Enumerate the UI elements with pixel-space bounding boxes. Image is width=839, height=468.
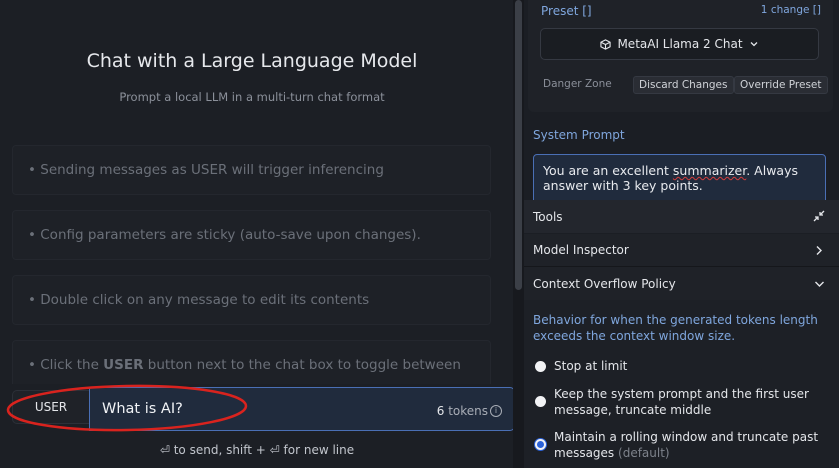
preset-section: Preset [] 1 change [] MetaAI Llama 2 Cha… <box>528 0 833 112</box>
send-hint: ⏎ to send, shift + ⏎ for new line <box>159 443 355 457</box>
red-annotation-ellipse-icon <box>6 384 248 432</box>
hint-text: • Config parameters are sticky (auto-sav… <box>28 227 421 243</box>
chevron-right-icon <box>816 246 822 255</box>
option-label: Keep the system prompt and the first use… <box>554 387 809 417</box>
overflow-option-truncate-middle[interactable]: Keep the system prompt and the first use… <box>533 387 829 418</box>
preset-select-value: MetaAI Llama 2 Chat <box>617 37 743 51</box>
overflow-option-rolling-window[interactable]: Maintain a rolling window and truncate p… <box>533 430 829 461</box>
token-count-label: tokens <box>448 404 488 418</box>
discard-changes-button[interactable]: Discard Changes <box>633 76 734 94</box>
model-inspector-label: Model Inspector <box>533 243 629 257</box>
context-overflow-row[interactable]: Context Overflow Policy <box>524 267 839 300</box>
option-label: Stop at limit <box>554 359 628 373</box>
chevron-down-icon <box>750 42 758 47</box>
hint-text: • Click the USER button next to the chat… <box>28 357 461 373</box>
page-subtitle: Prompt a local LLM in a multi-turn chat … <box>119 90 385 104</box>
radio-button[interactable] <box>535 361 546 372</box>
preset-select[interactable]: MetaAI Llama 2 Chat <box>540 28 819 60</box>
hint-card: • Double click on any message to edit it… <box>12 275 491 325</box>
option-label: Maintain a rolling window and truncate p… <box>554 430 819 460</box>
preset-change-link[interactable]: 1 change [] <box>761 4 821 16</box>
hint-text: • Sending messages as USER will trigger … <box>28 162 384 178</box>
hint-card: • Sending messages as USER will trigger … <box>12 145 491 195</box>
overflow-option-stop[interactable]: Stop at limit <box>533 359 829 375</box>
spellcheck-flagged-word: summarizer <box>672 163 747 178</box>
danger-zone-label: Danger Zone <box>543 78 612 90</box>
token-counter: 6 tokens <box>437 404 488 418</box>
page-title: Chat with a Large Language Model <box>86 50 418 72</box>
hint-card: • Config parameters are sticky (auto-sav… <box>12 210 491 260</box>
chat-scrollbar[interactable] <box>513 0 524 468</box>
override-preset-button[interactable]: Override Preset <box>734 76 828 94</box>
radio-button[interactable] <box>535 396 546 407</box>
scrollbar-thumb[interactable] <box>515 0 522 290</box>
radio-button-selected[interactable] <box>535 439 546 450</box>
info-icon[interactable]: i <box>490 405 502 417</box>
overflow-description: Behavior for when the generated tokens l… <box>533 313 818 343</box>
context-overflow-panel: Behavior for when the generated tokens l… <box>524 300 839 468</box>
system-prompt-text: You are an excellent <box>543 163 673 178</box>
chat-pane: Chat with a Large Language Model Prompt … <box>0 0 515 468</box>
system-prompt-label: System Prompt <box>533 128 625 142</box>
default-tag: (default) <box>618 445 670 460</box>
tools-header[interactable]: Tools <box>524 200 839 233</box>
model-inspector-row[interactable]: Model Inspector <box>524 234 839 267</box>
preset-label: Preset [] <box>541 4 592 18</box>
chevron-down-icon <box>815 281 824 287</box>
context-overflow-label: Context Overflow Policy <box>533 276 676 291</box>
tools-label: Tools <box>533 209 563 224</box>
token-count-value: 6 <box>436 404 445 418</box>
hint-text: • Double click on any message to edit it… <box>28 292 370 308</box>
cube-icon <box>600 38 612 50</box>
settings-sidebar: Preset [] 1 change [] MetaAI Llama 2 Cha… <box>524 0 839 468</box>
system-prompt-input[interactable]: You are an excellent summarizer. Always … <box>533 154 826 204</box>
collapse-arrows-icon[interactable] <box>813 210 825 222</box>
